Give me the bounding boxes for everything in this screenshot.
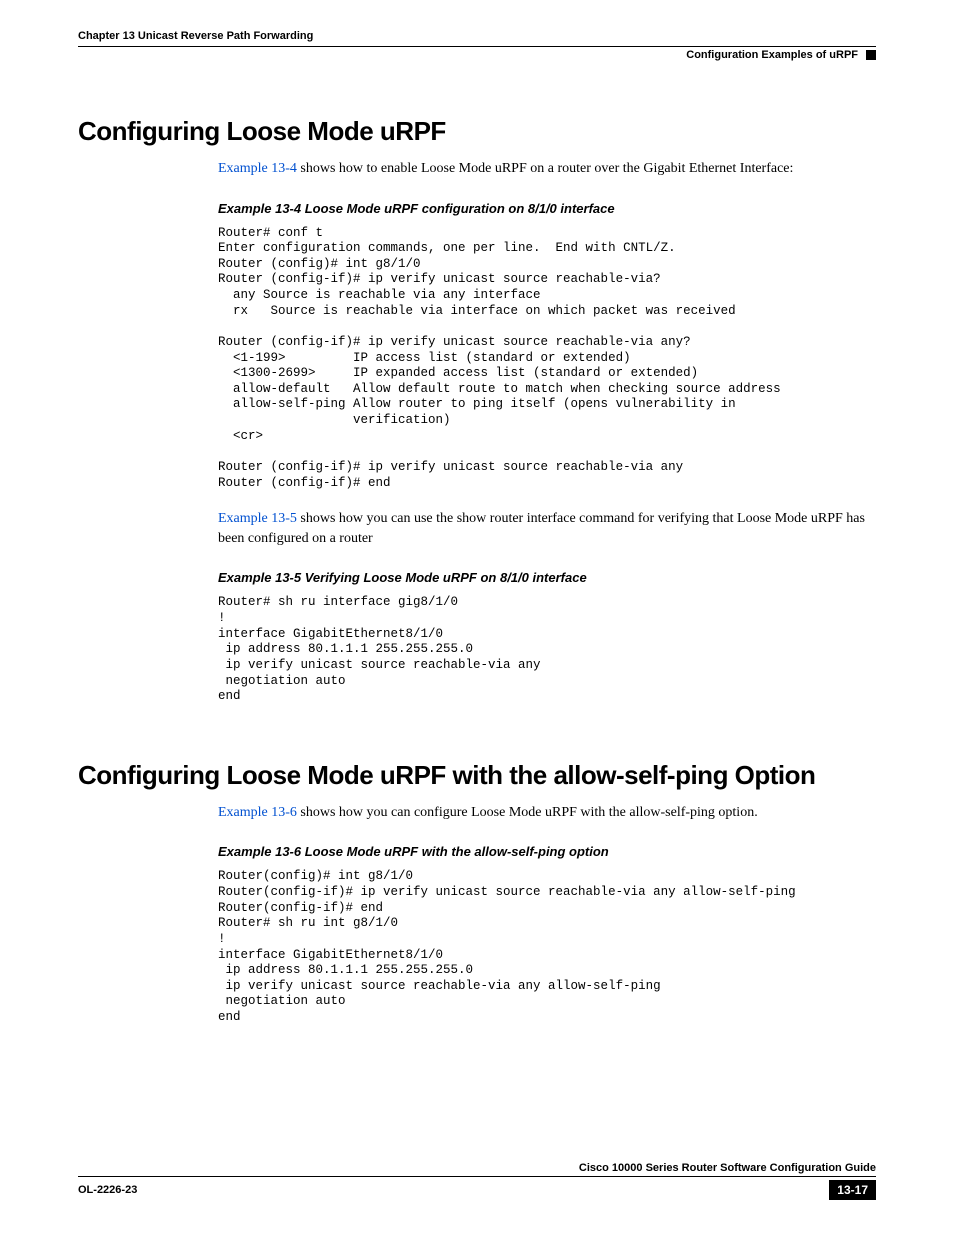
section1-intro-text: shows how to enable Loose Mode uRPF on a… bbox=[297, 161, 793, 176]
section2-intro-text: shows how you can configure Loose Mode u… bbox=[297, 805, 758, 820]
example-13-4-link[interactable]: Example 13-4 bbox=[218, 161, 297, 176]
footer-rule bbox=[78, 1176, 876, 1177]
section2-intro: Example 13-6 shows how you can configure… bbox=[218, 803, 876, 823]
code-block-13-4: Router# conf t Enter configuration comma… bbox=[218, 226, 876, 492]
code-block-13-6: Router(config)# int g8/1/0 Router(config… bbox=[218, 869, 876, 1025]
code-block-13-5: Router# sh ru interface gig8/1/0 ! inter… bbox=[218, 595, 876, 704]
doc-id: OL-2226-23 bbox=[78, 1184, 137, 1196]
section-path: Configuration Examples of uRPF bbox=[686, 49, 858, 61]
example-13-5-link[interactable]: Example 13-5 bbox=[218, 511, 297, 526]
page-number: 13-17 bbox=[829, 1180, 876, 1200]
example-13-4-title: Example 13-4 Loose Mode uRPF configurati… bbox=[218, 201, 876, 216]
header-marker-icon bbox=[866, 50, 876, 60]
section1-intro: Example 13-4 shows how to enable Loose M… bbox=[218, 159, 876, 179]
footer-guide-title: Cisco 10000 Series Router Software Confi… bbox=[78, 1162, 876, 1174]
example-13-6-title: Example 13-6 Loose Mode uRPF with the al… bbox=[218, 844, 876, 859]
section1-mid: Example 13-5 shows how you can use the s… bbox=[218, 509, 876, 548]
section1-mid-text: shows how you can use the show router in… bbox=[218, 511, 865, 546]
section-heading-2: Configuring Loose Mode uRPF with the all… bbox=[78, 760, 876, 791]
chapter-label: Chapter 13 Unicast Reverse Path Forwardi… bbox=[78, 30, 313, 42]
header-rule bbox=[78, 46, 876, 47]
example-13-6-link[interactable]: Example 13-6 bbox=[218, 805, 297, 820]
example-13-5-title: Example 13-5 Verifying Loose Mode uRPF o… bbox=[218, 570, 876, 585]
section-heading-1: Configuring Loose Mode uRPF bbox=[78, 116, 876, 147]
